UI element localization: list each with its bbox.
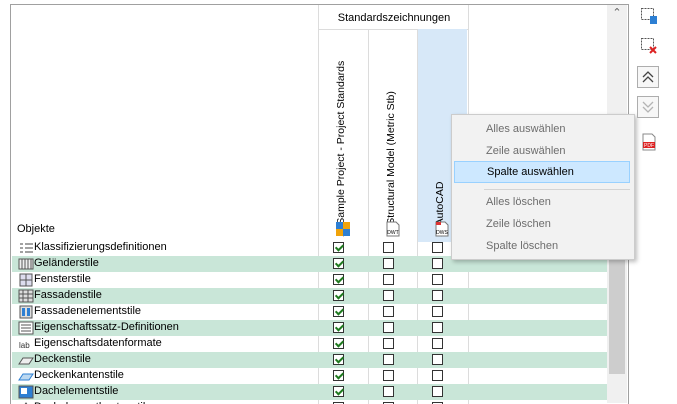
svg-text:PDF: PDF (644, 143, 654, 149)
standard-checkbox[interactable] (432, 322, 443, 333)
table-row[interactable]: Deckenkantenstile (12, 368, 626, 384)
pdf-export-button[interactable]: PDF (637, 130, 659, 152)
menu-item-clear-row[interactable]: Zeile löschen (454, 213, 630, 235)
table-row[interactable]: Dachelementkantenstile (12, 400, 626, 404)
column-header-2[interactable]: 2) Structural Model (Metric Stb) DWT (369, 29, 418, 242)
select-all-icon (641, 8, 657, 24)
standard-checkbox[interactable] (383, 354, 394, 365)
svg-text:DWT: DWT (387, 230, 398, 236)
standard-checkbox[interactable] (432, 290, 443, 301)
standard-checkbox[interactable] (432, 242, 443, 253)
select-all-button[interactable] (637, 4, 659, 26)
standard-checkbox[interactable] (333, 290, 344, 301)
row-label: Fassadenelementstile (34, 305, 142, 317)
table-row[interactable]: Fassadenelementstile (12, 304, 626, 320)
standard-checkbox[interactable] (383, 322, 394, 333)
standard-checkbox[interactable] (383, 290, 394, 301)
menu-separator (484, 189, 630, 190)
context-menu: Alles auswählen Zeile auswählen Spalte a… (451, 114, 635, 260)
row-label: Eigenschaftssatz-Definitionen (34, 321, 179, 333)
slab-icon (18, 353, 34, 367)
clear-selection-icon (641, 38, 657, 54)
row-label: Eigenschaftsdatenformate (34, 337, 162, 349)
row-label: Deckenstile (34, 353, 91, 365)
row-label: Geländerstile (34, 257, 99, 269)
standard-checkbox[interactable] (432, 354, 443, 365)
menu-item-clear-all[interactable]: Alles löschen (454, 191, 630, 213)
standard-checkbox[interactable] (333, 258, 344, 269)
property-set-icon (18, 321, 34, 335)
menu-item-select-column[interactable]: Spalte auswählen (454, 161, 630, 183)
dwt-file-icon: DWT (386, 221, 400, 237)
standard-checkbox[interactable] (333, 370, 344, 381)
row-label: Fassadenstile (34, 289, 102, 301)
dws-file-icon: DWS (435, 221, 449, 237)
roof-slab-icon (18, 385, 34, 399)
standard-checkbox[interactable] (333, 386, 344, 397)
curtain-wall-unit-icon (18, 305, 34, 319)
curtain-wall-icon (18, 289, 34, 303)
table-row[interactable]: Fensterstile (12, 272, 626, 288)
standard-checkbox[interactable] (383, 306, 394, 317)
move-down-button[interactable] (637, 96, 659, 118)
classification-icon (18, 241, 34, 255)
standard-checkbox[interactable] (383, 338, 394, 349)
table-row[interactable]: Fassadenstile (12, 288, 626, 304)
svg-text:DWS: DWS (436, 230, 448, 236)
clear-selection-button[interactable] (637, 34, 659, 56)
row-label: Dachelementstile (34, 385, 119, 397)
standard-checkbox[interactable] (333, 242, 344, 253)
svg-text:lab: lab (19, 341, 30, 350)
railing-icon (18, 257, 34, 271)
project-icon (336, 222, 350, 236)
standard-checkbox[interactable] (432, 306, 443, 317)
column-label: 2) Structural Model (Metric Stb) (385, 91, 397, 237)
row-label: Klassifizierungsdefinitionen (34, 241, 167, 253)
standard-checkbox[interactable] (383, 258, 394, 269)
standard-checkbox[interactable] (333, 338, 344, 349)
row-label: Deckenkantenstile (34, 369, 124, 381)
standard-checkbox[interactable] (383, 242, 394, 253)
standard-checkbox[interactable] (383, 386, 394, 397)
group-header: Standardszeichnungen (337, 12, 451, 24)
standard-checkbox[interactable] (383, 274, 394, 285)
standard-checkbox[interactable] (333, 322, 344, 333)
data-format-icon: lab (18, 337, 34, 351)
pdf-export-icon: PDF (642, 133, 656, 151)
move-up-icon (642, 71, 654, 83)
column-header-1[interactable]: 1) Sample Project - Project Standards (319, 29, 368, 242)
standard-checkbox[interactable] (432, 258, 443, 269)
standard-checkbox[interactable] (432, 386, 443, 397)
standard-checkbox[interactable] (333, 274, 344, 285)
table-row[interactable]: Eigenschaftssatz-Definitionen (12, 320, 626, 336)
move-up-button[interactable] (637, 66, 659, 88)
menu-item-select-all[interactable]: Alles auswählen (454, 118, 630, 140)
table-row[interactable]: Dachelementstile (12, 384, 626, 400)
objects-label: Objekte (17, 223, 55, 235)
table-row[interactable]: lab Eigenschaftsdatenformate (12, 336, 626, 352)
window-icon (18, 273, 34, 287)
column-label: 1) Sample Project - Project Standards (335, 60, 347, 237)
move-down-icon (642, 101, 654, 113)
standard-checkbox[interactable] (432, 338, 443, 349)
standard-checkbox[interactable] (432, 370, 443, 381)
standard-checkbox[interactable] (432, 274, 443, 285)
standard-checkbox[interactable] (333, 354, 344, 365)
row-label: Fensterstile (34, 273, 91, 285)
menu-item-clear-column[interactable]: Spalte löschen (454, 235, 630, 257)
standard-checkbox[interactable] (333, 306, 344, 317)
slab-edge-icon (18, 369, 34, 383)
table-row[interactable]: Deckenstile (12, 352, 626, 368)
scroll-up-button[interactable]: ⌃ (607, 5, 627, 22)
menu-item-select-row[interactable]: Zeile auswählen (454, 140, 630, 162)
standard-checkbox[interactable] (383, 370, 394, 381)
